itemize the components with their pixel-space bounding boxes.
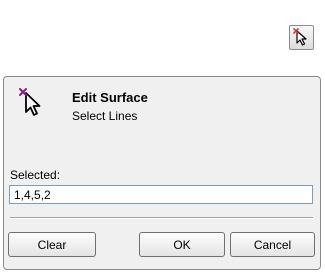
edit-surface-panel: Edit Surface Select Lines Selected: Clea… <box>3 76 321 270</box>
clear-button[interactable]: Clear <box>8 232 96 257</box>
page: Edit Surface Select Lines Selected: Clea… <box>0 0 325 273</box>
cancel-button[interactable]: Cancel <box>230 232 315 257</box>
ok-button[interactable]: OK <box>139 232 225 257</box>
select-tool-button[interactable] <box>289 25 314 50</box>
select-arrow-cursor-icon <box>19 88 41 116</box>
selected-label: Selected: <box>10 168 61 182</box>
selected-input[interactable] <box>9 185 313 204</box>
panel-title: Edit Surface <box>72 90 148 105</box>
panel-header: Edit Surface Select Lines <box>4 77 320 127</box>
divider <box>10 217 313 219</box>
panel-subtitle: Select Lines <box>72 109 138 123</box>
select-arrow-cursor-icon <box>293 28 307 46</box>
